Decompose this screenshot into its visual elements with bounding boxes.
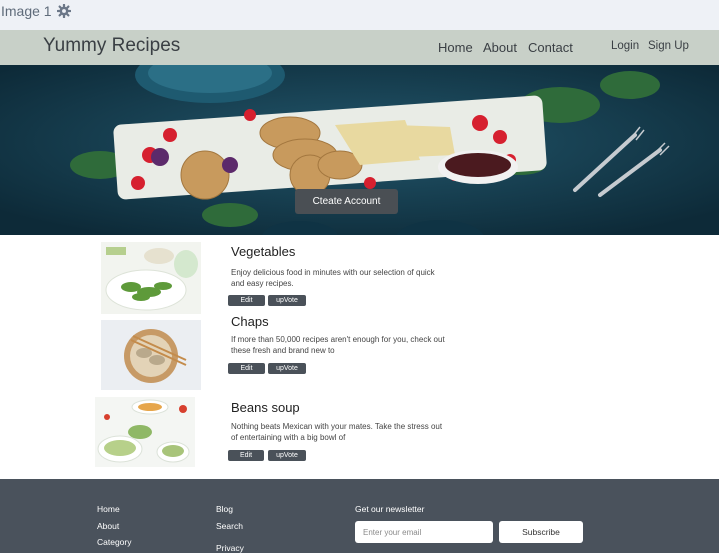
upvote-button[interactable]: upVote (268, 450, 306, 461)
create-account-button[interactable]: Cteate Account (295, 189, 398, 214)
window-bar: Image 1 (0, 0, 719, 30)
site-footer: Home About Category Blog Search Privacy … (0, 479, 719, 553)
vegetables-image (101, 242, 201, 314)
footer-link-home[interactable]: Home (97, 504, 120, 514)
nav-link-home[interactable]: Home (438, 40, 473, 55)
footer-link-category[interactable]: Category (97, 537, 132, 547)
recipe-description: Enjoy delicious food in minutes with our… (231, 268, 435, 288)
footer-link-search[interactable]: Search (216, 521, 243, 531)
footer-link-privacy[interactable]: Privacy (216, 543, 244, 553)
recipe-title: Beans soup (231, 400, 300, 415)
upvote-button[interactable]: upVote (268, 295, 306, 306)
edit-button[interactable]: Edit (228, 295, 265, 306)
recipe-image[interactable] (101, 242, 201, 314)
hero-banner: Cteate Account (0, 65, 719, 235)
window-label-group: Image 1 (1, 3, 71, 19)
beans-soup-image (95, 397, 195, 467)
recipe-image[interactable] (95, 397, 195, 467)
footer-link-about[interactable]: About (97, 521, 119, 531)
site-brand[interactable]: Yummy Recipes (43, 35, 180, 57)
recipe-image[interactable] (101, 320, 201, 390)
recipe-title: Chaps (231, 314, 269, 329)
edit-button[interactable]: Edit (228, 363, 265, 374)
window-label: Image 1 (1, 3, 52, 19)
subscribe-button[interactable]: Subscribe (499, 521, 583, 543)
gear-icon[interactable] (56, 4, 71, 18)
recipe-title: Vegetables (231, 244, 296, 259)
edit-button[interactable]: Edit (228, 450, 264, 461)
recipe-description: Nothing beats Mexican with your mates. T… (231, 422, 443, 442)
site-navbar: Yummy Recipes Home About Contact Login S… (0, 30, 719, 65)
chaps-image (101, 320, 201, 390)
login-link[interactable]: Login (611, 40, 639, 52)
footer-link-blog[interactable]: Blog (216, 504, 233, 514)
upvote-button[interactable]: upVote (268, 363, 306, 374)
recipe-description: If more than 50,000 recipes aren't enoug… (231, 335, 445, 355)
newsletter-label: Get our newsletter (355, 504, 425, 514)
newsletter-email-input[interactable] (355, 521, 493, 543)
signup-link[interactable]: Sign Up (648, 40, 689, 52)
nav-link-about[interactable]: About (483, 40, 517, 55)
nav-link-contact[interactable]: Contact (528, 40, 573, 55)
